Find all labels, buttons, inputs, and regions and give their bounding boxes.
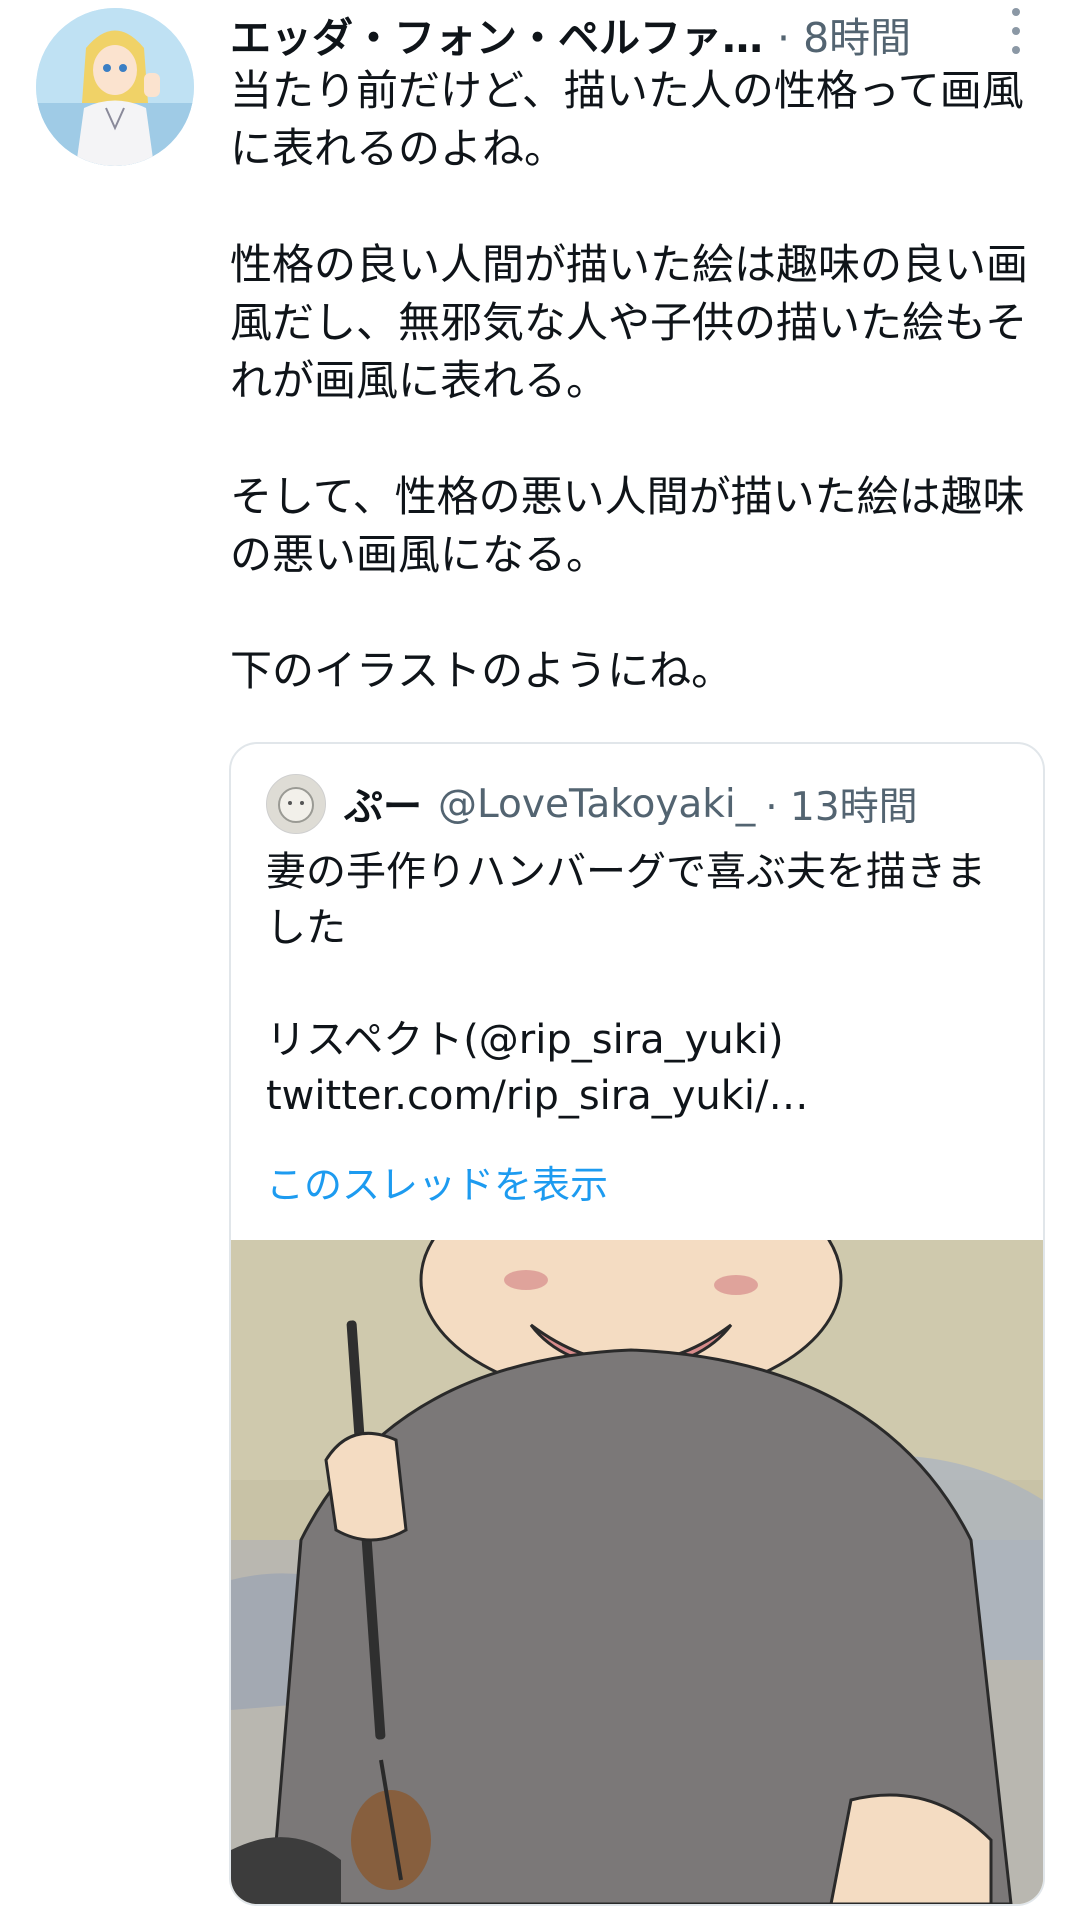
quoted-author-handle: @LoveTakoyaki_ [438,781,756,827]
quoted-author-avatar [266,774,326,834]
quoted-tweet-timestamp: · 13時間 [765,785,918,830]
tweet-timestamp[interactable]: · 8時間 [777,4,911,64]
tweet-header: エッダ・フォン・ペルファ… · 8時間 [230,4,1060,64]
show-thread-link[interactable]: このスレッドを表示 [266,1154,608,1209]
author-avatar[interactable] [36,8,194,166]
more-vertical-icon[interactable] [1004,8,1028,54]
tweet-paragraph: 当たり前だけど、描いた人の性格って画風に表れるのよね。 [230,66,1024,173]
tweet-paragraph: 性格の良い人間が描いた絵は趣味の良い画風だし、無邪気な人や子供の描いた絵もそれが… [230,240,1029,405]
tweet-paragraph: そして、性格の悪い人間が描いた絵は趣味の悪い画風になる。 [230,472,1025,579]
quoted-text-link[interactable]: twitter.com/rip_sira_yuki/… [266,1068,1016,1124]
quoted-text-line: リスペクト(@rip_sira_yuki) [266,1017,784,1063]
quoted-text-line: 妻の手作りハンバーグで喜ぶ夫を描きました [266,849,986,951]
tweet-text: 当たり前だけど、描いた人の性格って画風に表れるのよね。 性格の良い人間が描いた絵… [230,62,1050,700]
quoted-tweet-image[interactable] [231,1240,1043,1904]
quoted-tweet-header: ぷー @LoveTakoyaki_ · 13時間 [266,774,918,834]
tweet-paragraph: 下のイラストのようにね。 [230,646,734,695]
quoted-author-name: ぷー [344,785,423,830]
quoted-tweet-card[interactable]: ぷー @LoveTakoyaki_ · 13時間 妻の手作りハンバーグで喜ぶ夫を… [229,742,1045,1906]
author-display-name[interactable]: エッダ・フォン・ペルファ… [230,4,763,64]
quoted-tweet-text: 妻の手作りハンバーグで喜ぶ夫を描きました リスペクト(@rip_sira_yuk… [266,844,1016,1124]
